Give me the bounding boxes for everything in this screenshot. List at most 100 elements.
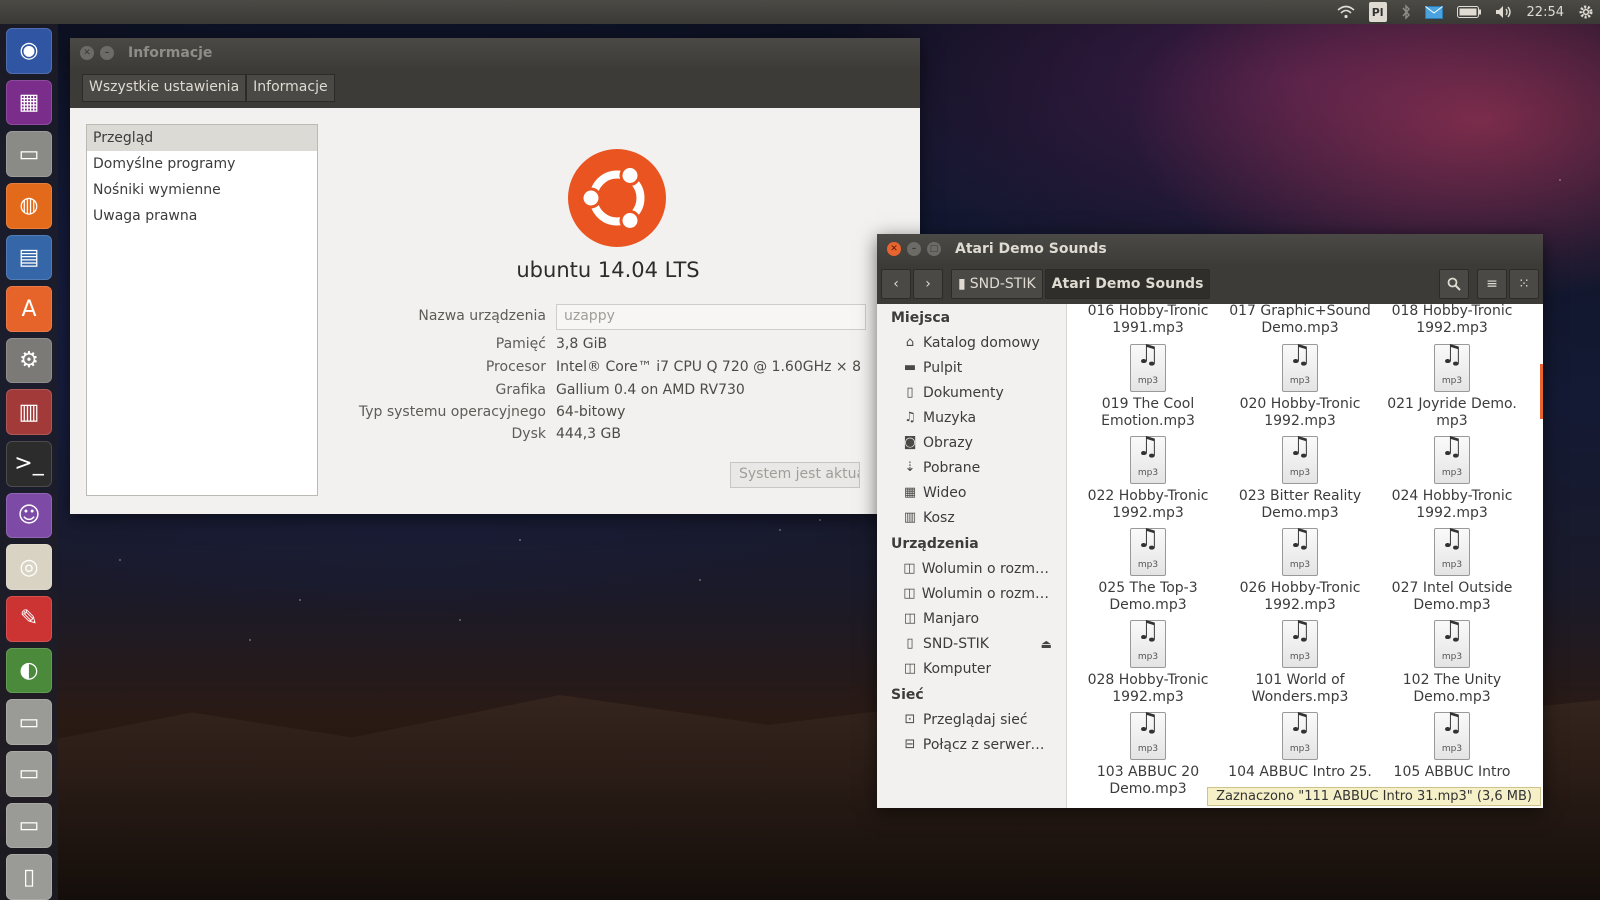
mail-icon[interactable] [1424,2,1443,22]
sidebar-item[interactable]: ▦ Wideo [877,480,1066,505]
sidebar-item[interactable]: ⌂ Katalog domowy [877,330,1066,355]
back-button[interactable]: ‹ [881,269,911,299]
keyboard-layout-indicator[interactable]: Pl [1368,2,1387,22]
files-titlebar[interactable]: ✕ – □ Atari Demo Sounds [877,234,1543,264]
sidebar-item-legal-notice[interactable]: Uwaga prawna [87,203,317,229]
sidebar-item[interactable]: ◫ Wolumin o rozmia… [877,556,1066,581]
file-item[interactable]: ♫ mp3 104 ABBUC Intro 25. [1225,710,1375,781]
film-icon: ▦ [903,485,917,500]
launcher-firefox-icon[interactable]: ◍ [6,182,52,229]
sidebar-item-label: Komputer [923,660,992,677]
file-ext-label: mp3 [1441,468,1463,478]
file-name-line2: 1991.mp3 [1112,320,1184,336]
launcher-mixer-icon[interactable]: ▥ [6,389,52,436]
file-item[interactable]: ♫ mp3 020 Hobby-Tronic 1992.mp3 [1225,342,1375,430]
device-name-field[interactable]: uzappy [556,304,866,330]
launcher-globe-icon[interactable]: ◐ [6,647,52,694]
music-note-icon: ♫ [1136,524,1160,554]
launcher-usb-drive-icon[interactable]: ▯ [6,854,52,900]
file-item[interactable]: ♫ mp3 025 The Top-3 Demo.mp3 [1073,524,1223,614]
sidebar-item-overview[interactable]: Przegląd [87,125,317,151]
eject-icon[interactable]: ⏏ [1041,637,1052,651]
launcher-workspace-switcher-icon[interactable]: ▦ [6,79,52,126]
sidebar-item[interactable]: ⊡ Przeglądaj sieć [877,707,1066,732]
crumb-all-settings[interactable]: Wszystkie ustawienia [82,74,247,102]
file-ext-label: mp3 [1137,468,1159,478]
gear-icon[interactable] [1578,2,1594,22]
launcher-drive-2-icon[interactable]: ▭ [6,750,52,797]
grid-icon: ⁙ [1518,276,1530,292]
spec-value: 3,8 GiB [556,336,608,352]
file-item[interactable]: ♫ mp3 101 World of Wonders.mp3 [1225,618,1375,706]
path-segment-snd-stik[interactable]: ▮ SND-STIK [951,269,1043,299]
file-item[interactable]: ♫ mp3 028 Hobby-Tronic 1992.mp3 [1073,618,1223,706]
file-item[interactable]: ♫ mp3 102 The Unity Demo.mp3 [1377,618,1527,706]
spec-row: Grafika Gallium 0.4 on AMD RV730 [310,382,910,404]
spec-value: Gallium 0.4 on AMD RV730 [556,382,745,398]
launcher-libreoffice-writer-icon[interactable]: ▤ [6,234,52,281]
sidebar-item[interactable]: ⊟ Połącz z serwerem [877,732,1066,757]
file-item[interactable]: ♫ mp3 021 Joyride Demo. mp3 [1377,340,1527,430]
list-view-button[interactable]: ≡ [1477,269,1507,299]
file-item[interactable]: ♫ mp3 105 ABBUC Intro [1377,710,1527,781]
check-updates-button[interactable]: System jest aktual [730,462,860,488]
file-item[interactable]: ♫ mp3 026 Hobby-Tronic 1992.mp3 [1225,526,1375,614]
file-ext-label: mp3 [1137,652,1159,662]
music-note-icon: ♫ [1440,340,1464,370]
launcher-tools-icon[interactable]: ✎ [6,596,52,642]
clock[interactable]: 22:54 [1527,2,1564,22]
launcher-software-center-icon[interactable]: A [6,286,52,332]
sidebar-item[interactable]: ▬ Pulpit [877,355,1066,380]
sidebar-item-default-apps[interactable]: Domyślne programy [87,151,317,177]
sidebar-item[interactable]: ◙ Obrazy [877,430,1066,455]
file-name-line2: 1992.mp3 [1112,505,1184,521]
file-item[interactable]: ♫ mp3 023 Bitter Reality Demo.mp3 [1225,434,1375,522]
sidebar-item[interactable]: ▥ Kosz [877,505,1066,530]
volume-icon[interactable] [1495,2,1513,22]
file-item[interactable]: ♫ mp3 024 Hobby-Tronic 1992.mp3 [1377,434,1527,522]
file-item[interactable]: ♫ mp3 022 Hobby-Tronic 1992.mp3 [1073,434,1223,522]
wifi-icon[interactable] [1337,2,1355,22]
file-item[interactable]: ♫ mp3 019 The Cool Emotion.mp3 [1073,342,1223,430]
file-item[interactable]: 018 Hobby-Tronic 1992.mp3 [1377,304,1527,337]
search-button[interactable] [1439,269,1469,299]
close-icon[interactable]: ✕ [887,242,901,256]
home-icon: ⌂ [905,335,915,350]
launcher-ubuntu-dash-icon[interactable]: ◉ [6,28,52,74]
file-item[interactable]: ♫ mp3 103 ABBUC 20 Demo.mp3 [1073,710,1223,798]
launcher-speakers-icon[interactable]: ◎ [6,544,52,591]
file-item[interactable]: 017 Graphic+Sound Demo.mp3 [1225,304,1375,337]
files-grid: ♫ mp3 105 ABBUC Intro ♫ mp3 104 ABBUC Intro 2… [1067,304,1543,808]
maximize-icon[interactable]: □ [927,242,941,256]
battery-icon[interactable] [1456,2,1481,22]
launcher-system-settings-icon[interactable]: ⚙ [6,337,52,384]
sidebar-item-removable-media[interactable]: Nośniki wymienne [87,177,317,203]
sidebar-item[interactable]: ▯ SND-STIK ⏏ [877,631,1066,656]
sidebar-item-label: SND-STIK [923,635,989,652]
close-icon[interactable]: ✕ [80,46,94,60]
grid-view-button[interactable]: ⁙ [1509,269,1539,299]
sidebar-item[interactable]: ◫ Komputer [877,656,1066,681]
launcher-drive-1-icon[interactable]: ▭ [6,699,52,745]
launcher-files-icon[interactable]: ▭ [6,131,52,177]
sidebar-item[interactable]: ◫ Manjaro [877,606,1066,631]
file-item[interactable]: 016 Hobby-Tronic 1991.mp3 [1073,304,1223,337]
sidebar-item[interactable]: ▯ Dokumenty [877,380,1066,405]
bluetooth-icon[interactable] [1401,2,1411,22]
info-titlebar[interactable]: ✕ – Informacje [70,38,920,68]
launcher-pidgin-icon[interactable]: ☺ [6,492,52,539]
minimize-icon[interactable]: – [100,46,114,60]
sidebar-item[interactable]: ⇣ Pobrane [877,455,1066,480]
file-item[interactable]: ♫ mp3 027 Intel Outside Demo.mp3 [1377,526,1527,614]
sidebar-item[interactable]: ◫ Wolumin o rozmia… [877,581,1066,606]
forward-button[interactable]: › [913,269,943,299]
path-segment-current[interactable]: Atari Demo Sounds [1044,269,1211,299]
launcher-terminal-icon[interactable]: >_ [6,441,52,487]
sidebar-item[interactable]: ♫ Muzyka [877,405,1066,430]
sidebar-item-label: Pulpit [923,359,963,376]
scrollbar-indicator[interactable] [1540,364,1543,419]
minimize-icon[interactable]: – [907,242,921,256]
crumb-informacje[interactable]: Informacje [246,74,335,102]
camera-icon: ◙ [903,435,917,450]
launcher-drive-3-icon[interactable]: ▭ [6,802,52,849]
